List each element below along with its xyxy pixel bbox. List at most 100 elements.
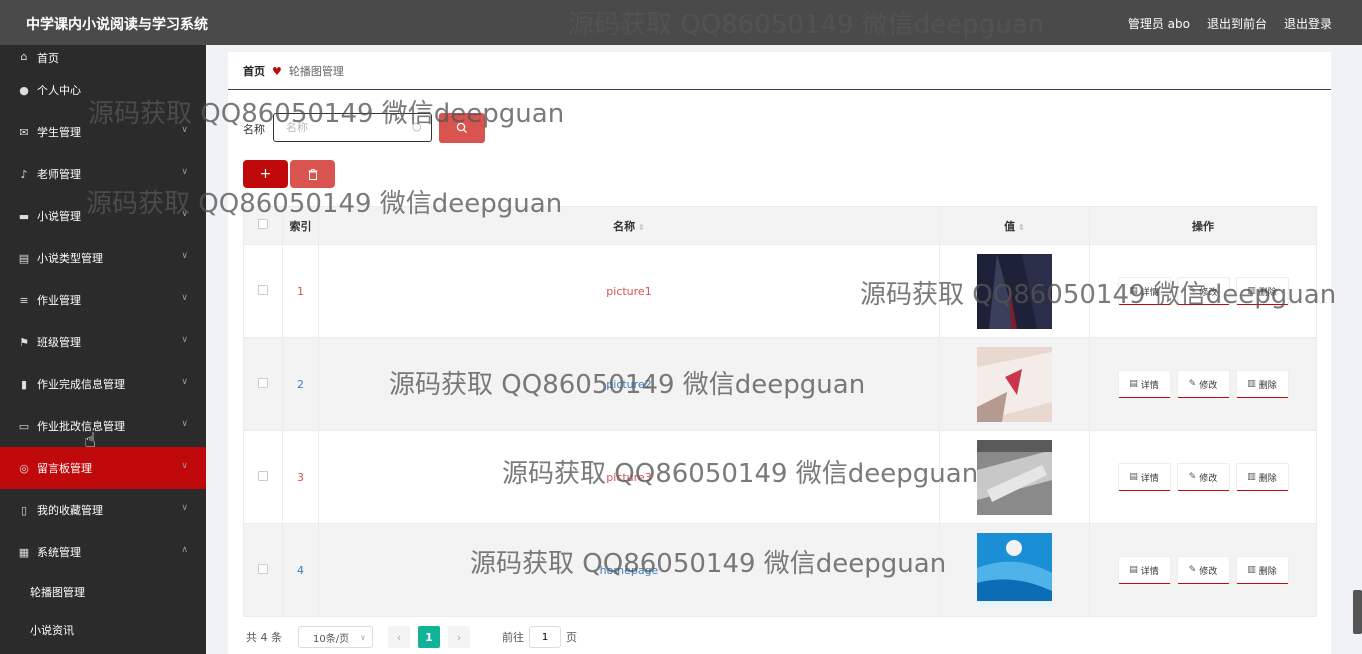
row-select-cell[interactable] [243, 430, 283, 524]
sidebar-item-personal-center[interactable]: ● 个人中心 [0, 69, 206, 111]
table-row: 1 picture1 ▤ 详情 ✎ 修改 ▥ 删除 [243, 244, 1317, 338]
sidebar-item-label: 班级管理 [37, 336, 81, 349]
sidebar-item-homework[interactable]: ≡ 作业管理 ∨ [0, 279, 206, 321]
edit-button[interactable]: ✎ 修改 [1176, 370, 1230, 398]
grid-icon: ▦ [18, 545, 30, 559]
document-icon: ▤ [1129, 565, 1138, 575]
book-icon: ▬ [18, 209, 30, 223]
home-icon: ⌂ [20, 50, 28, 63]
delete-label: 删除 [1258, 566, 1277, 577]
pagination: 共 4 条 10条/页 ∨ ‹ 1 › 前往 页 [246, 626, 577, 648]
admin-user-label[interactable]: 管理员 abo [1128, 15, 1190, 32]
delete-button[interactable]: ▥ 删除 [1235, 370, 1289, 398]
sidebar-item-teacher[interactable]: ♪ 老师管理 ∨ [0, 153, 206, 195]
row-index: 2 [282, 337, 319, 431]
breadcrumb-home[interactable]: 首页 [243, 63, 265, 79]
row-checkbox[interactable] [258, 377, 268, 388]
sidebar-item-my-favorites[interactable]: ▯ 我的收藏管理 ∨ [0, 489, 206, 531]
prev-page-button[interactable]: ‹ [388, 626, 410, 648]
column-header-value[interactable]: 值 ⇕ [939, 206, 1090, 245]
edit-button[interactable]: ✎ 修改 [1176, 277, 1230, 305]
sidebar-item-label: 我的收藏管理 [37, 504, 103, 517]
breadcrumb: 首页 ♥ 轮播图管理 [243, 63, 344, 79]
add-button[interactable]: + [243, 160, 288, 188]
row-select-cell[interactable] [243, 244, 283, 338]
sidebar-item-home[interactable]: ⌂ 首页 [0, 45, 206, 69]
exit-to-front-link[interactable]: 退出到前台 [1207, 15, 1267, 32]
chevron-down-icon: ∨ [181, 461, 188, 471]
row-checkbox[interactable] [258, 470, 268, 481]
mail-icon: ✉ [19, 125, 29, 139]
detail-button[interactable]: ▤ 详情 [1117, 370, 1171, 398]
page-number-button[interactable]: 1 [418, 626, 440, 648]
table-row: 4 homepage ▤ 详情 ✎ 修改 ▥ 删除 [243, 523, 1317, 617]
trash-icon: ▥ [1247, 379, 1256, 389]
sidebar-subitem-label: 轮播图管理 [30, 586, 85, 599]
sidebar-item-homework-grading[interactable]: ▭ 作业批改信息管理 ∨ [0, 405, 206, 447]
sidebar-subitem-carousel[interactable]: 轮播图管理 [0, 573, 206, 611]
page-size-select[interactable]: 10条/页 ∨ [298, 626, 373, 648]
column-header-name[interactable]: 名称 ⇕ [318, 206, 940, 245]
sidebar-item-message-board[interactable]: ◎ 留言板管理 ∨ [0, 447, 206, 489]
app-title: 中学课内小说阅读与学习系统 [26, 17, 208, 33]
delete-button[interactable]: ▥ 删除 [1235, 556, 1289, 584]
delete-label: 删除 [1258, 287, 1277, 298]
pagination-total: 共 4 条 [246, 631, 282, 644]
sidebar-item-homework-completion[interactable]: ▮ 作业完成信息管理 ∨ [0, 363, 206, 405]
row-select-cell[interactable] [243, 337, 283, 431]
sidebar-item-novel-type[interactable]: ▤ 小说类型管理 ∨ [0, 237, 206, 279]
column-header-ops: 操作 [1089, 206, 1317, 245]
thumbnail-image[interactable] [977, 346, 1052, 422]
row-name: homepage [318, 523, 940, 617]
clipboard-icon: ▤ [18, 251, 30, 265]
page-unit-label: 页 [566, 631, 577, 644]
detail-button[interactable]: ▤ 详情 [1117, 277, 1171, 305]
sidebar-item-label: 系统管理 [37, 546, 81, 559]
sort-icon[interactable]: ⇕ [638, 223, 645, 232]
edit-button[interactable]: ✎ 修改 [1176, 556, 1230, 584]
detail-button[interactable]: ▤ 详情 [1117, 556, 1171, 584]
sidebar-item-label: 个人中心 [37, 84, 81, 97]
sidebar-subitem-novel-news[interactable]: 小说资讯 [0, 611, 206, 649]
edit-button[interactable]: ✎ 修改 [1176, 463, 1230, 491]
sort-icon[interactable]: ⇕ [1018, 223, 1025, 232]
row-value [939, 244, 1090, 338]
search-input[interactable] [273, 113, 432, 142]
sidebar-item-class[interactable]: ⚑ 班级管理 ∨ [0, 321, 206, 363]
search-button[interactable] [439, 113, 485, 143]
select-all-cell[interactable] [243, 206, 283, 245]
sidebar-item-novel[interactable]: ▬ 小说管理 ∨ [0, 195, 206, 237]
delete-button[interactable]: ▥ 删除 [1235, 277, 1289, 305]
sidebar-item-label: 老师管理 [37, 168, 81, 181]
logout-link[interactable]: 退出登录 [1284, 15, 1332, 32]
detail-button[interactable]: ▤ 详情 [1117, 463, 1171, 491]
trash-icon: ▥ [1247, 565, 1256, 575]
window-scrollbar[interactable] [1353, 590, 1362, 634]
detail-label: 详情 [1140, 473, 1159, 484]
thumbnail-image[interactable] [977, 253, 1052, 329]
sidebar-item-label: 作业完成信息管理 [37, 378, 125, 391]
row-checkbox[interactable] [258, 563, 268, 574]
batch-delete-button[interactable] [290, 160, 335, 188]
thumbnail-image[interactable] [977, 439, 1052, 515]
chevron-down-icon: ∨ [181, 503, 188, 513]
row-name: picture1 [318, 244, 940, 338]
sidebar-item-system[interactable]: ▦ 系统管理 ∧ [0, 531, 206, 573]
top-header: 中学课内小说阅读与学习系统 管理员 abo 退出到前台 退出登录 [0, 0, 1362, 45]
edit-label: 修改 [1199, 566, 1218, 577]
search-label: 名称 [243, 123, 265, 136]
row-checkbox[interactable] [258, 284, 268, 295]
thumbnail-image[interactable] [977, 532, 1052, 608]
select-all-checkbox[interactable] [258, 219, 268, 229]
column-header-name-label: 名称 [613, 219, 636, 233]
page-size-value: 10条/页 [313, 633, 350, 645]
delete-button[interactable]: ▥ 删除 [1235, 463, 1289, 491]
goto-page-input[interactable] [529, 626, 561, 648]
sidebar-item-student[interactable]: ✉ 学生管理 ∨ [0, 111, 206, 153]
edit-label: 修改 [1199, 287, 1218, 298]
row-name: picture3 [318, 430, 940, 524]
search-icon [456, 122, 467, 133]
next-page-button[interactable]: › [448, 626, 470, 648]
row-ops: ▤ 详情 ✎ 修改 ▥ 删除 [1089, 337, 1317, 431]
row-select-cell[interactable] [243, 523, 283, 617]
